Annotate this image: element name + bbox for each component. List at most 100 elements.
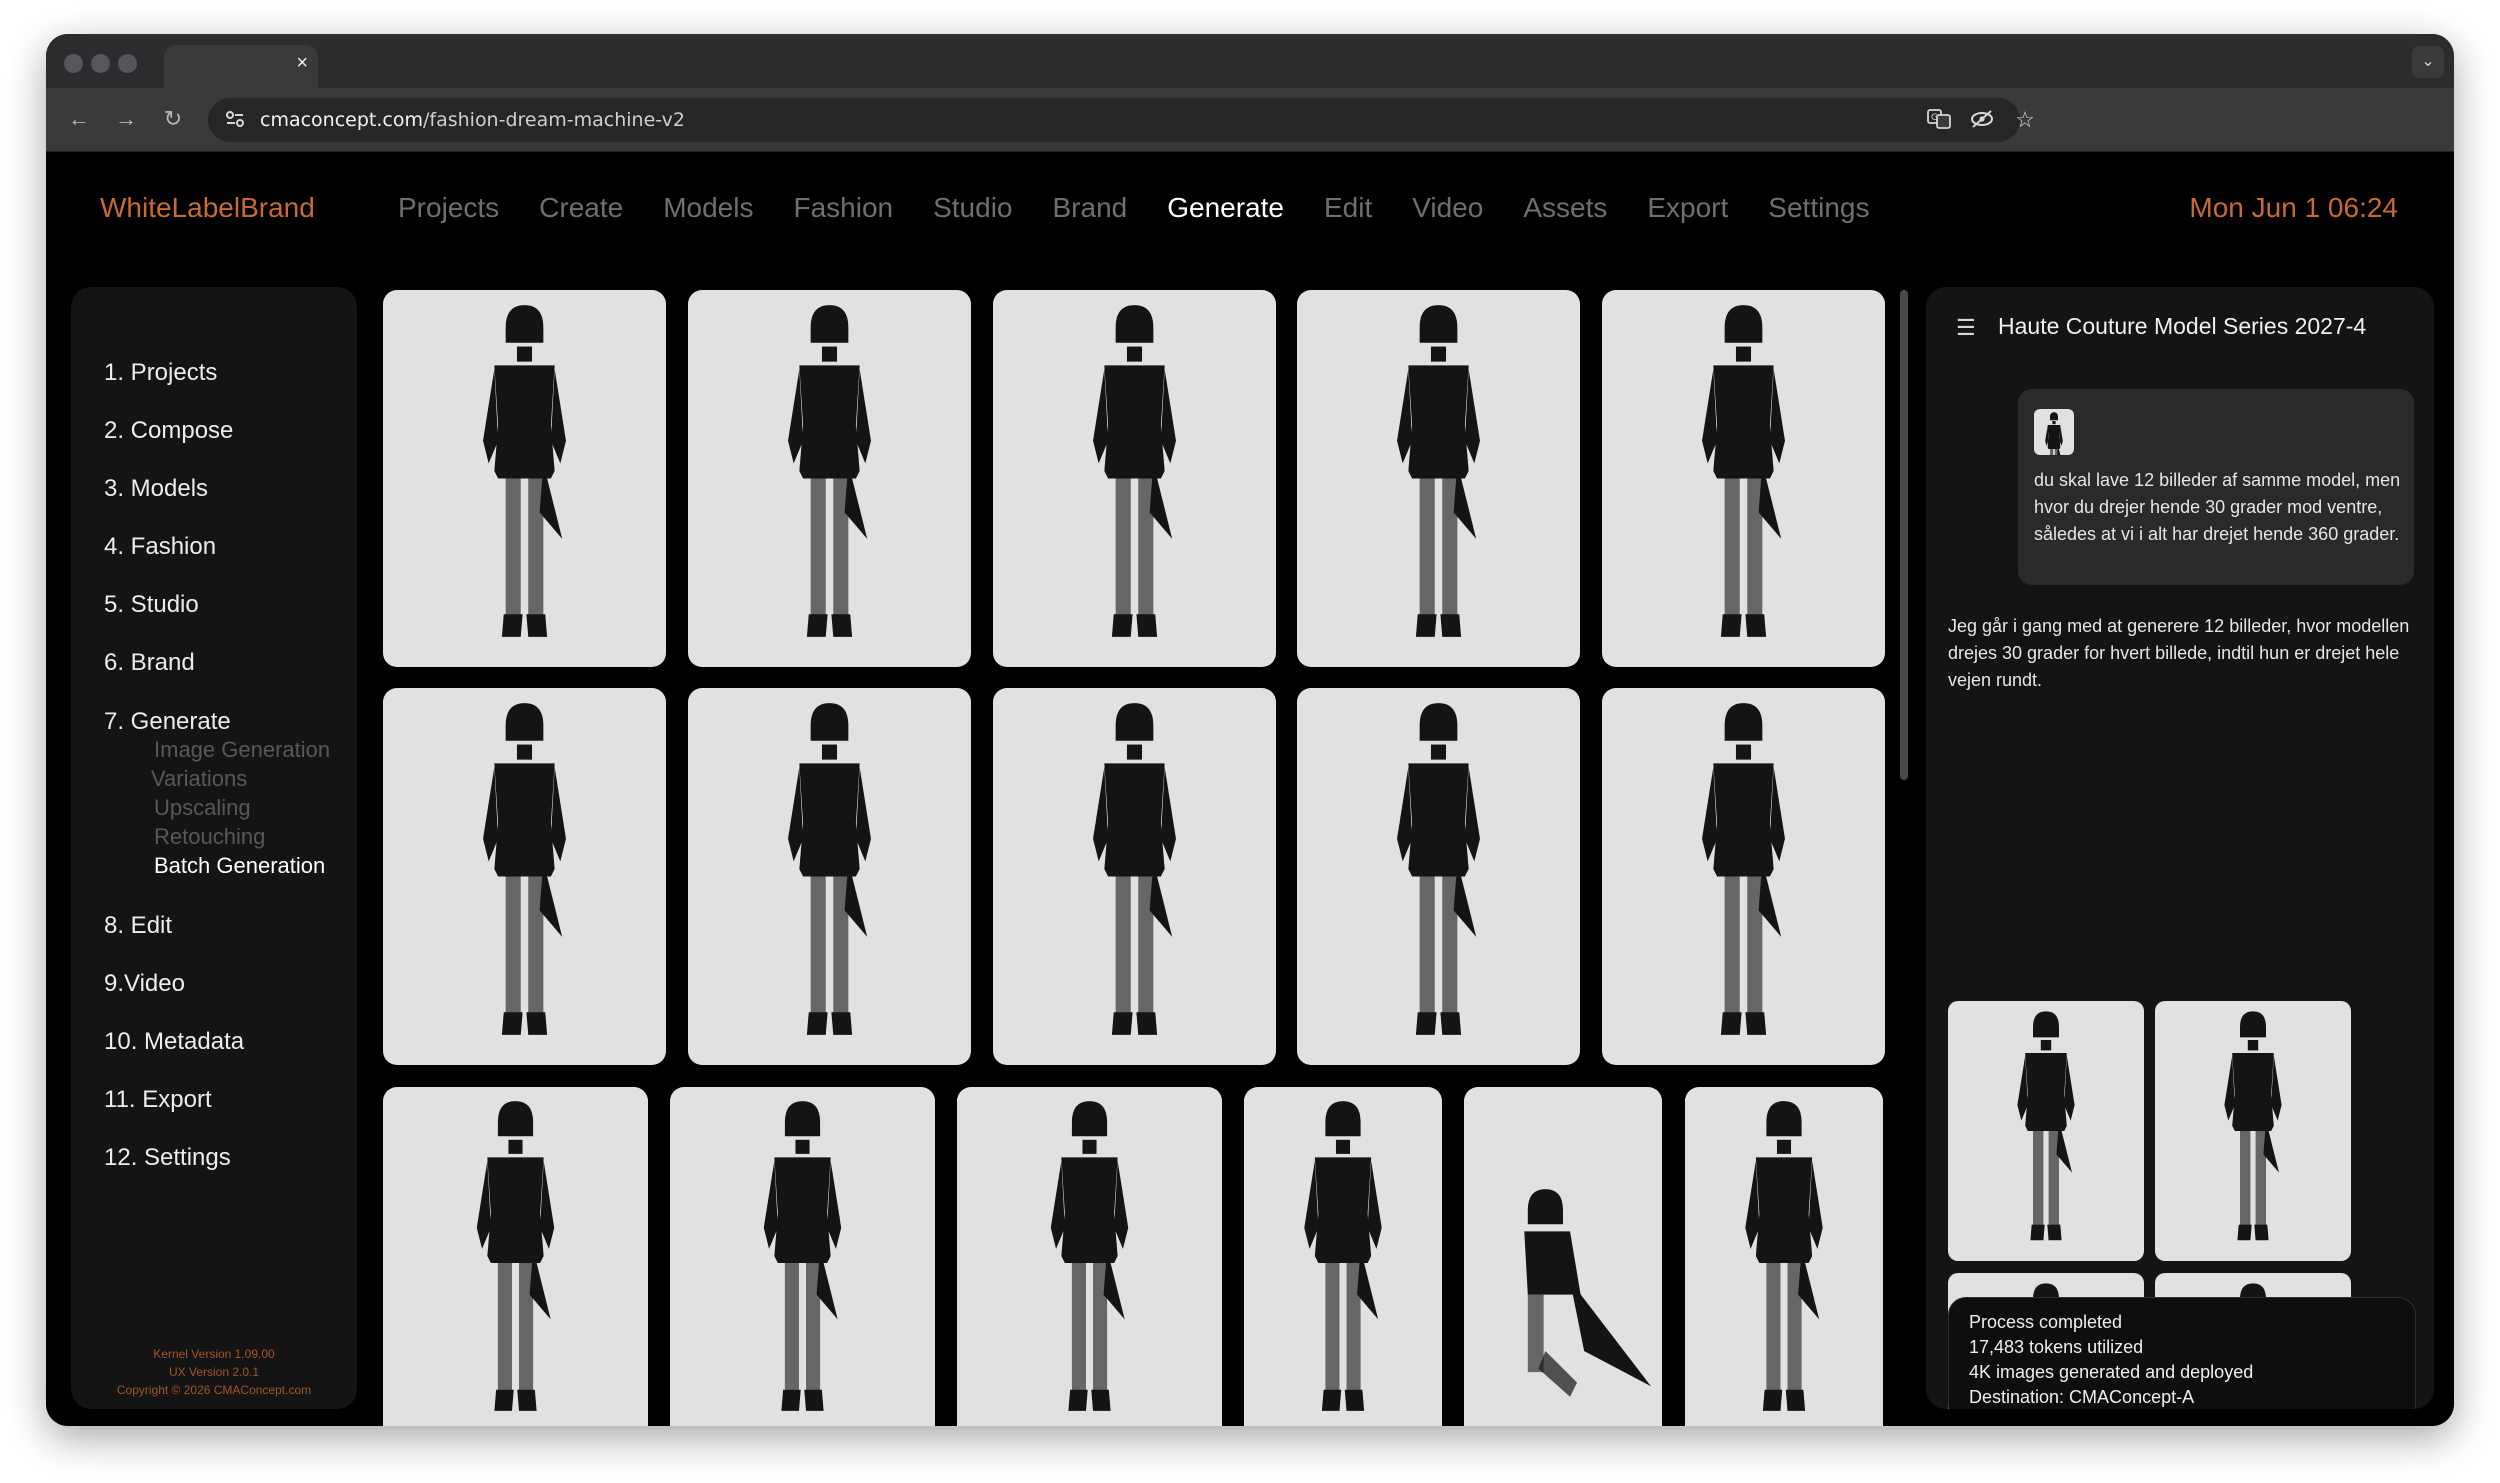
sidebar-item-video[interactable]: 9.Video: [104, 970, 185, 998]
sidebar-item-fashion[interactable]: 4. Fashion: [104, 533, 216, 561]
generated-image[interactable]: [383, 688, 666, 1065]
generated-image[interactable]: [688, 688, 971, 1065]
model-figure: [476, 1101, 555, 1411]
translate-icon[interactable]: G: [1926, 108, 1952, 132]
nav-projects[interactable]: Projects: [398, 192, 499, 224]
hamburger-menu-icon[interactable]: ☰: [1956, 315, 1976, 341]
tab-bar: × ⌄: [46, 34, 2454, 88]
model-figure: [763, 1101, 842, 1411]
model-figure: [1093, 305, 1176, 637]
model-figure: [2017, 1011, 2075, 1241]
generated-image[interactable]: [1602, 688, 1885, 1065]
svg-text:G: G: [1931, 113, 1938, 123]
model-figure: [788, 305, 871, 637]
model-figure: [1524, 1189, 1651, 1397]
forward-icon[interactable]: →: [111, 104, 141, 134]
result-thumbnail[interactable]: [2155, 1001, 2351, 1261]
model-figure: [1050, 1101, 1129, 1411]
model-figure: [1397, 305, 1480, 637]
sidebar-sub-batch-generation[interactable]: Batch Generation: [154, 853, 325, 879]
nav-studio[interactable]: Studio: [933, 192, 1012, 224]
grid-scrollbar[interactable]: [1900, 290, 1908, 780]
sidebar-item-compose[interactable]: 2. Compose: [104, 417, 233, 445]
status-destination: Destination: CMAConcept-A: [1969, 1387, 2195, 1407]
generated-image[interactable]: [383, 290, 666, 667]
nav-edit[interactable]: Edit: [1324, 192, 1372, 224]
model-figure: [1702, 305, 1785, 637]
model-figure: [2224, 1011, 2282, 1241]
copyright: Copyright © 2026 CMAConcept.com: [116, 1383, 312, 1397]
result-thumbnail[interactable]: [1948, 1001, 2144, 1261]
generated-image[interactable]: [1464, 1087, 1662, 1426]
sidebar-item-projects[interactable]: 1. Projects: [104, 359, 217, 387]
ux-version: UX Version 2.0.1: [168, 1365, 260, 1379]
generated-image[interactable]: [1685, 1087, 1883, 1426]
status-process: Process completed: [1969, 1312, 2123, 1332]
brand-logo[interactable]: WhiteLabelBrand: [100, 192, 315, 224]
address-bar[interactable]: cmaconcept.com/fashion-dream-machine-v2 …: [208, 98, 2035, 142]
sidebar-item-generate[interactable]: 7. Generate: [104, 708, 231, 736]
user-message-bubble: du skal lave 12 billeder af samme model,…: [2018, 389, 2414, 585]
close-window-button[interactable]: [64, 54, 83, 73]
sidebar-item-brand[interactable]: 6. Brand: [104, 649, 195, 677]
nav-create[interactable]: Create: [539, 192, 623, 224]
site-settings-icon[interactable]: [222, 108, 248, 132]
sidebar-item-edit[interactable]: 8. Edit: [104, 912, 172, 940]
sidebar-item-models[interactable]: 3. Models: [104, 475, 208, 503]
nav-generate[interactable]: Generate: [1167, 192, 1284, 224]
generated-image[interactable]: [957, 1087, 1222, 1426]
attached-image-thumbnail[interactable]: [2034, 409, 2074, 455]
bookmark-star-icon[interactable]: ☆: [2012, 108, 2038, 132]
browser-window: × ⌄ ← → ↻ cmaconcept.com/fashion-dream-m…: [46, 34, 2454, 1426]
generated-image[interactable]: [688, 290, 971, 667]
generated-image[interactable]: [1244, 1087, 1442, 1426]
model-figure: [483, 703, 566, 1035]
sidebar-sub-upscaling[interactable]: Upscaling: [154, 795, 251, 821]
nav-brand[interactable]: Brand: [1053, 192, 1128, 224]
minimize-window-button[interactable]: [91, 54, 110, 73]
sidebar-item-metadata[interactable]: 10. Metadata: [104, 1028, 244, 1056]
model-figure: [1093, 703, 1176, 1035]
model-figure: [1304, 1101, 1382, 1411]
top-navigation: Projects Create Models Fashion Studio Br…: [398, 192, 1909, 224]
chat-panel: ☰ Haute Couture Model Series 2027-4 du s…: [1926, 287, 2434, 1409]
generated-image[interactable]: [383, 1087, 648, 1426]
sidebar-sub-variations[interactable]: Variations: [151, 766, 247, 792]
status-images: 4K images generated and deployed: [1969, 1362, 2254, 1382]
sidebar-item-settings[interactable]: 12. Settings: [104, 1144, 231, 1172]
generated-image[interactable]: [1602, 290, 1885, 667]
sidebar-item-studio[interactable]: 5. Studio: [104, 591, 199, 619]
nav-export[interactable]: Export: [1647, 192, 1728, 224]
model-figure: [2045, 412, 2063, 455]
generated-image[interactable]: [670, 1087, 935, 1426]
sidebar-sub-image-generation[interactable]: Image Generation: [154, 737, 330, 763]
tab-close-icon[interactable]: ×: [296, 51, 308, 75]
eye-slash-icon[interactable]: [1969, 108, 1995, 132]
generated-image[interactable]: [1297, 290, 1580, 667]
sidebar-sub-retouching[interactable]: Retouching: [154, 824, 265, 850]
url-text[interactable]: cmaconcept.com/fashion-dream-machine-v2: [260, 98, 685, 142]
sidebar-item-export[interactable]: 11. Export: [104, 1086, 212, 1114]
app-root: WhiteLabelBrand Projects Create Models F…: [46, 152, 2454, 1426]
url-path: /fashion-dream-machine-v2: [422, 109, 685, 131]
browser-tab[interactable]: ×: [164, 45, 318, 88]
nav-models[interactable]: Models: [663, 192, 753, 224]
maximize-window-button[interactable]: [118, 54, 137, 73]
reload-icon[interactable]: ↻: [158, 104, 188, 134]
model-figure: [1397, 703, 1480, 1035]
nav-fashion[interactable]: Fashion: [793, 192, 893, 224]
generated-image[interactable]: [993, 290, 1276, 667]
generated-image[interactable]: [993, 688, 1276, 1065]
panel-title: Haute Couture Model Series 2027-4: [1998, 313, 2367, 339]
nav-assets[interactable]: Assets: [1523, 192, 1607, 224]
process-status-card: Process completed 17,483 tokens utilized…: [1948, 1297, 2416, 1409]
nav-settings[interactable]: Settings: [1768, 192, 1869, 224]
user-message-text: du skal lave 12 billeder af samme model,…: [2034, 470, 2401, 544]
url-domain: cmaconcept.com: [260, 109, 423, 131]
tab-menu-button[interactable]: ⌄: [2412, 46, 2444, 78]
model-figure: [1745, 1101, 1823, 1411]
nav-video[interactable]: Video: [1412, 192, 1483, 224]
back-icon[interactable]: ←: [64, 104, 94, 134]
generated-image[interactable]: [1297, 688, 1580, 1065]
kernel-version: Kernel Version 1.09.00: [153, 1347, 275, 1361]
